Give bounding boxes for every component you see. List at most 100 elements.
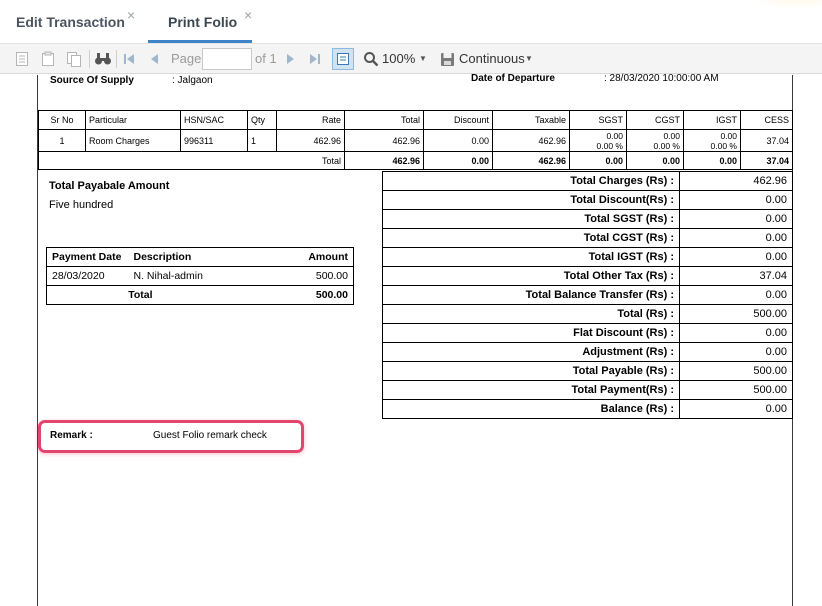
zoom-icon[interactable] xyxy=(362,44,380,74)
column-header: SGST xyxy=(569,110,627,130)
total-sgst: 0.00 xyxy=(569,151,627,170)
sgst-amount: 0.00 xyxy=(606,130,623,141)
column-header: Taxable xyxy=(492,110,570,130)
summary-row: Total (Rs) :500.00 xyxy=(382,304,793,324)
cell-qty: 1 xyxy=(247,129,277,152)
find-icon[interactable] xyxy=(92,44,114,74)
total-total: 462.96 xyxy=(344,151,424,170)
cell-cgst: 0.00 0.00 % xyxy=(626,129,684,152)
page-number-input[interactable] xyxy=(202,48,252,70)
column-header: Discount xyxy=(423,110,493,130)
igst-percent: 0.00 % xyxy=(710,140,737,151)
column-header: Rate xyxy=(276,110,345,130)
page-label: Page xyxy=(171,51,202,66)
column-header: Amount xyxy=(258,247,354,267)
summary-value: 0.00 xyxy=(679,209,793,229)
close-icon[interactable]: × xyxy=(127,7,135,23)
column-header: CESS xyxy=(740,110,793,130)
sgst-percent: 0.00 % xyxy=(596,140,623,151)
summary-row: Total Balance Transfer (Rs) :0.00 xyxy=(382,285,793,305)
column-header: Total xyxy=(344,110,424,130)
cell-sr-no: 1 xyxy=(38,129,86,152)
cell-hsn: 996311 xyxy=(180,129,248,152)
cell-discount: 0.00 xyxy=(423,129,493,152)
summary-value: 0.00 xyxy=(679,399,793,419)
toolbar-separator xyxy=(89,50,90,68)
column-header: Particular xyxy=(85,110,181,130)
summary-value: 0.00 xyxy=(679,190,793,210)
summary-value: 0.00 xyxy=(679,285,793,305)
summary-row: Balance (Rs) :0.00 xyxy=(382,399,793,419)
parameters-icon[interactable] xyxy=(38,44,58,74)
report-toolbar: Page of 1 100% ▼ Continuous ▼ xyxy=(0,44,822,74)
page-count-label: of 1 xyxy=(255,51,277,66)
table-total-row: Total 500.00 xyxy=(46,285,354,305)
summary-value: 37.04 xyxy=(679,266,793,286)
payments-table: Payment Date Description Amount 28/03/20… xyxy=(46,247,354,305)
payment-amount: 500.00 xyxy=(315,270,348,282)
summary-value: 0.00 xyxy=(679,323,793,343)
cell-igst: 0.00 0.00 % xyxy=(683,129,741,152)
payment-description: N. Nihal-admin xyxy=(133,270,203,282)
source-of-supply-label: Source Of Supply xyxy=(50,75,134,86)
summary-value: 500.00 xyxy=(679,380,793,400)
previous-page-icon[interactable] xyxy=(146,44,162,74)
column-header: HSN/SAC xyxy=(180,110,248,130)
payable-in-words: Five hundred xyxy=(49,199,114,211)
date-of-departure-value: : 28/03/2020 10:00:00 AM xyxy=(604,73,719,84)
total-taxable: 462.96 xyxy=(492,151,570,170)
summary-label: Total Other Tax (Rs) : xyxy=(382,266,680,286)
close-icon[interactable]: × xyxy=(244,7,252,23)
zoom-value[interactable]: 100% xyxy=(382,44,415,74)
igst-amount: 0.00 xyxy=(720,130,737,141)
tab-bar: Edit Transaction × Print Folio × xyxy=(0,0,822,44)
view-mode-dropdown[interactable]: Continuous xyxy=(459,44,525,74)
chevron-down-icon[interactable]: ▼ xyxy=(525,44,533,74)
summary-label: Flat Discount (Rs) : xyxy=(382,323,680,343)
summary-label: Total Charges (Rs) : xyxy=(382,171,680,191)
summary-row: Total CGST (Rs) :0.00 xyxy=(382,228,793,248)
summary-label: Total Payable (Rs) : xyxy=(382,361,680,381)
copy-icon[interactable] xyxy=(64,44,84,74)
cell-cess: 37.04 xyxy=(740,129,793,152)
summary-label: Adjustment (Rs) : xyxy=(382,342,680,362)
summary-label: Total Payment(Rs) : xyxy=(382,380,680,400)
total-cess: 37.04 xyxy=(740,151,793,170)
table-row: 28/03/2020 N. Nihal-admin 500.00 xyxy=(47,267,354,286)
next-page-icon[interactable] xyxy=(283,44,299,74)
cell-rate: 462.96 xyxy=(276,129,345,152)
print-folio-window: Edit Transaction × Print Folio × Page of… xyxy=(0,0,822,606)
date-of-departure-label: Date of Departure xyxy=(471,73,555,84)
document-map-icon[interactable] xyxy=(12,44,32,74)
totals-body: Total Charges (Rs) :462.96 Total Discoun… xyxy=(382,171,793,419)
summary-row: Flat Discount (Rs) :0.00 xyxy=(382,323,793,343)
summary-row: Total Payment(Rs) :500.00 xyxy=(382,380,793,400)
summary-row: Total SGST (Rs) :0.00 xyxy=(382,209,793,229)
column-header: CGST xyxy=(626,110,684,130)
payments-total-value: 500.00 xyxy=(258,285,354,305)
last-page-icon[interactable] xyxy=(306,44,324,74)
chevron-down-icon[interactable]: ▼ xyxy=(419,44,427,74)
cgst-percent: 0.00 % xyxy=(653,140,680,151)
first-page-icon[interactable] xyxy=(120,44,138,74)
single-page-view-button[interactable] xyxy=(332,48,354,70)
save-icon[interactable] xyxy=(438,44,456,74)
cell-sgst: 0.00 0.00 % xyxy=(569,129,627,152)
tab-edit-transaction[interactable]: Edit Transaction × xyxy=(16,0,146,44)
summary-row: Total Charges (Rs) :462.96 xyxy=(382,171,793,191)
summary-value: 500.00 xyxy=(679,304,793,324)
column-header: Sr No xyxy=(38,110,86,130)
payments-total-label: Total xyxy=(46,285,259,305)
summary-label: Total IGST (Rs) : xyxy=(382,247,680,267)
summary-value: 500.00 xyxy=(679,361,793,381)
total-igst: 0.00 xyxy=(683,151,741,170)
active-tab-indicator xyxy=(148,40,252,43)
column-header: Qty xyxy=(247,110,277,130)
cell-particular: Room Charges xyxy=(85,129,181,152)
tab-print-folio[interactable]: Print Folio × xyxy=(148,0,254,44)
summary-label: Total Balance Transfer (Rs) : xyxy=(382,285,680,305)
table-row: 1 Room Charges 996311 1 462.96 462.96 0.… xyxy=(38,129,793,152)
summary-row: Total IGST (Rs) :0.00 xyxy=(382,247,793,267)
summary-label: Balance (Rs) : xyxy=(382,399,680,419)
summary-label: Total SGST (Rs) : xyxy=(382,209,680,229)
